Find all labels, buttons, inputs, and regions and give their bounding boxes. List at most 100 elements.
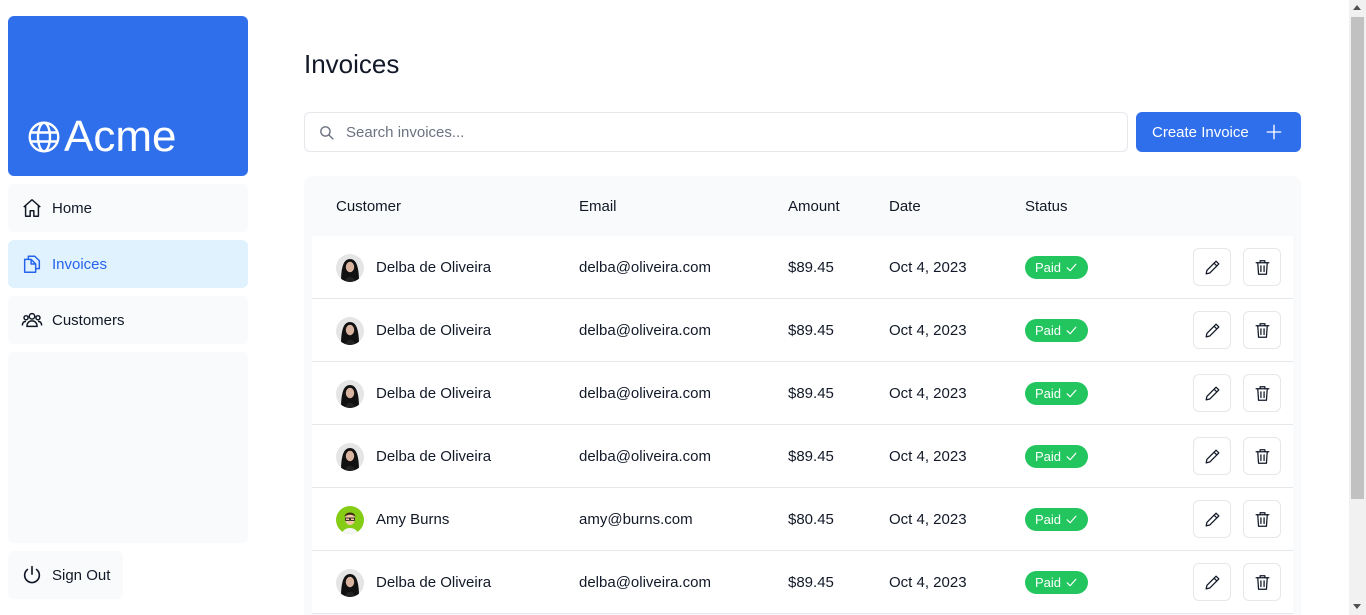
nav-item-invoices[interactable]: Invoices (8, 240, 248, 288)
customer-name: Delba de Oliveira (376, 385, 492, 402)
edit-invoice-button[interactable] (1193, 500, 1231, 538)
customer-name: Delba de Oliveira (376, 259, 492, 276)
invoice-amount: $80.45 (788, 511, 834, 528)
avatar (336, 317, 364, 345)
table-row: Delba de Oliveira delba@oliveira.com $89… (312, 299, 1293, 362)
invoice-date: Oct 4, 2023 (889, 511, 967, 528)
invoices-table: Customer Email Amount Date Status Delba … (304, 176, 1301, 615)
delete-invoice-button[interactable] (1243, 311, 1281, 349)
edit-invoice-button[interactable] (1193, 563, 1231, 601)
check-icon (1066, 326, 1077, 335)
pencil-icon (1205, 386, 1219, 400)
search-box[interactable] (304, 112, 1128, 152)
column-header-date: Date (889, 198, 921, 215)
status-label: Paid (1035, 575, 1062, 590)
invoice-amount: $89.45 (788, 322, 834, 339)
sign-out-button[interactable]: Sign Out (8, 551, 123, 599)
avatar (336, 506, 364, 534)
trash-icon (1255, 322, 1269, 338)
avatar (336, 569, 364, 597)
home-icon (23, 199, 41, 217)
invoice-date: Oct 4, 2023 (889, 574, 967, 591)
status-label: Paid (1035, 449, 1062, 464)
nav-item-label: Customers (52, 311, 125, 329)
table-header: Customer Email Amount Date Status (304, 176, 1301, 236)
pencil-icon (1205, 512, 1219, 526)
column-header-status: Status (1025, 198, 1068, 215)
customer-email: delba@oliveira.com (579, 322, 711, 339)
brand-name: Acme (64, 112, 177, 161)
edit-invoice-button[interactable] (1193, 248, 1231, 286)
pencil-icon (1205, 449, 1219, 463)
logo-box[interactable]: Acme (8, 16, 248, 176)
scroll-down-arrow[interactable] (1353, 604, 1361, 609)
status-label: Paid (1035, 386, 1062, 401)
nav-item-home[interactable]: Home (8, 184, 248, 232)
pencil-icon (1205, 575, 1219, 589)
nav-item-customers[interactable]: Customers (8, 296, 248, 344)
table-row: Delba de Oliveira delba@oliveira.com $89… (312, 362, 1293, 425)
search-icon (320, 125, 334, 140)
trash-icon (1255, 385, 1269, 401)
customer-name: Delba de Oliveira (376, 448, 492, 465)
status-badge: Paid (1025, 382, 1089, 405)
delete-invoice-button[interactable] (1243, 563, 1281, 601)
status-badge: Paid (1025, 571, 1089, 594)
sign-out-label: Sign Out (52, 566, 111, 584)
invoice-amount: $89.45 (788, 259, 834, 276)
avatar (336, 443, 364, 471)
check-icon (1066, 452, 1077, 461)
logo: Acme (26, 113, 176, 161)
create-invoice-button[interactable]: Create Invoice (1136, 112, 1301, 152)
check-icon (1066, 263, 1077, 272)
scroll-up-arrow[interactable] (1353, 5, 1361, 10)
customer-email: delba@oliveira.com (579, 385, 711, 402)
sidebar-spacer (8, 352, 248, 543)
search-input[interactable] (346, 123, 1106, 141)
nav-item-label: Home (52, 199, 93, 217)
pencil-icon (1205, 323, 1219, 337)
trash-icon (1255, 448, 1269, 464)
column-header-email: Email (579, 198, 617, 215)
edit-invoice-button[interactable] (1193, 437, 1231, 475)
invoice-amount: $89.45 (788, 385, 834, 402)
customer-name: Delba de Oliveira (376, 322, 492, 339)
delete-invoice-button[interactable] (1243, 500, 1281, 538)
edit-invoice-button[interactable] (1193, 374, 1231, 412)
sidebar: Acme Home Invoices Customers Sign Out (8, 16, 248, 615)
status-badge: Paid (1025, 319, 1089, 342)
customer-email: delba@oliveira.com (579, 448, 711, 465)
column-header-customer: Customer (336, 198, 402, 215)
status-label: Paid (1035, 323, 1062, 338)
column-header-amount: Amount (788, 198, 840, 215)
status-badge: Paid (1025, 445, 1089, 468)
users-icon (21, 312, 43, 328)
plus-icon (1266, 124, 1282, 140)
page-title: Invoices (304, 49, 400, 79)
customer-name: Amy Burns (376, 511, 450, 528)
create-invoice-label: Create Invoice (1152, 123, 1249, 141)
trash-icon (1255, 259, 1269, 275)
edit-invoice-button[interactable] (1193, 311, 1231, 349)
customer-email: amy@burns.com (579, 511, 693, 528)
invoice-amount: $89.45 (788, 448, 834, 465)
table-body: Delba de Oliveira delba@oliveira.com $89… (312, 236, 1293, 614)
invoice-date: Oct 4, 2023 (889, 385, 967, 402)
power-icon (23, 565, 41, 584)
nav-item-label: Invoices (52, 255, 108, 273)
status-badge: Paid (1025, 256, 1089, 279)
delete-invoice-button[interactable] (1243, 437, 1281, 475)
avatar (336, 380, 364, 408)
delete-invoice-button[interactable] (1243, 248, 1281, 286)
invoice-date: Oct 4, 2023 (889, 448, 967, 465)
invoice-date: Oct 4, 2023 (889, 259, 967, 276)
scroll-thumb[interactable] (1351, 17, 1364, 499)
status-label: Paid (1035, 260, 1062, 275)
scrollbar[interactable] (1349, 0, 1366, 615)
avatar (336, 254, 364, 282)
table-row: Amy Burns amy@burns.com $80.45 Oct 4, 20… (312, 488, 1293, 551)
invoice-amount: $89.45 (788, 574, 834, 591)
delete-invoice-button[interactable] (1243, 374, 1281, 412)
status-badge: Paid (1025, 508, 1089, 531)
trash-icon (1255, 574, 1269, 590)
